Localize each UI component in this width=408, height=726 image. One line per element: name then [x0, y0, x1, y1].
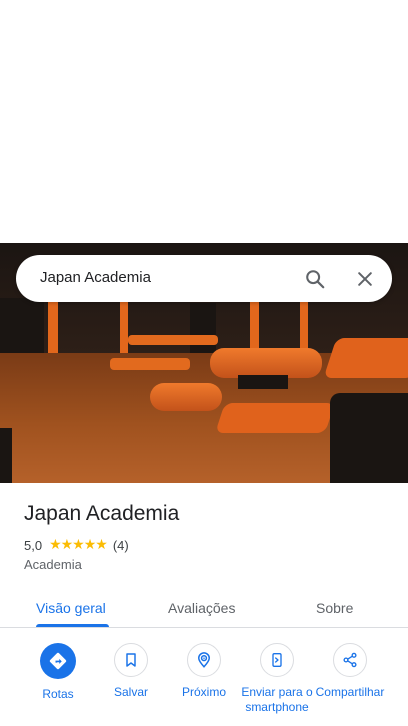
search-bar[interactable]: Japan Academia	[16, 255, 392, 302]
photo-frame	[238, 375, 288, 389]
send-to-phone-label: Enviar para o smartphone	[241, 685, 313, 714]
directions-button[interactable]: Rotas	[21, 643, 95, 702]
directions-label: Rotas	[42, 687, 74, 701]
share-icon[interactable]	[333, 643, 367, 677]
search-icon[interactable]	[302, 266, 328, 292]
tab-about[interactable]: Sobre	[316, 600, 353, 616]
photo-roller	[150, 383, 222, 411]
send-to-phone-icon[interactable]	[260, 643, 294, 677]
place-category[interactable]: Academia	[24, 557, 82, 572]
place-tabs: Visão geral Avaliações Sobre	[0, 587, 408, 628]
save-label: Salvar	[113, 685, 148, 699]
nearby-button[interactable]: Próximo	[167, 643, 241, 700]
place-page: Japan Academia Japan Academia 5,0 ★★★★★ …	[0, 0, 408, 726]
review-count: (4)	[112, 537, 129, 553]
share-button[interactable]: Compartilhar	[313, 643, 387, 700]
action-buttons: Rotas Salvar Próximo Enviar para o smart…	[0, 643, 408, 726]
active-tab-indicator	[36, 624, 109, 627]
tab-overview[interactable]: Visão geral	[36, 600, 106, 616]
save-button[interactable]: Salvar	[94, 643, 168, 700]
directions-icon[interactable]	[40, 643, 76, 679]
place-title: Japan Academia	[24, 502, 180, 525]
photo-post	[0, 428, 12, 483]
nearby-icon[interactable]	[187, 643, 221, 677]
nearby-label: Próximo	[181, 685, 226, 699]
bookmark-icon[interactable]	[114, 643, 148, 677]
photo-bench	[110, 358, 190, 370]
rating-value: 5,0	[24, 537, 43, 553]
rating-row[interactable]: 5,0 ★★★★★ (4)	[24, 537, 129, 553]
photo-pad	[323, 338, 408, 378]
share-label: Compartilhar	[315, 685, 385, 699]
photo-seat	[330, 393, 408, 483]
close-icon[interactable]	[352, 266, 378, 292]
tab-reviews[interactable]: Avaliações	[168, 600, 235, 616]
rating-stars-icon: ★★★★★	[49, 537, 108, 553]
place-info-sheet: Japan Academia 5,0 ★★★★★ (4) Academia Vi…	[0, 483, 408, 726]
photo-pad	[215, 403, 335, 433]
photo-roller	[210, 348, 322, 378]
search-query[interactable]: Japan Academia	[40, 269, 151, 286]
photo-bench	[128, 335, 218, 345]
send-to-phone-button[interactable]: Enviar para o smartphone	[240, 643, 314, 715]
